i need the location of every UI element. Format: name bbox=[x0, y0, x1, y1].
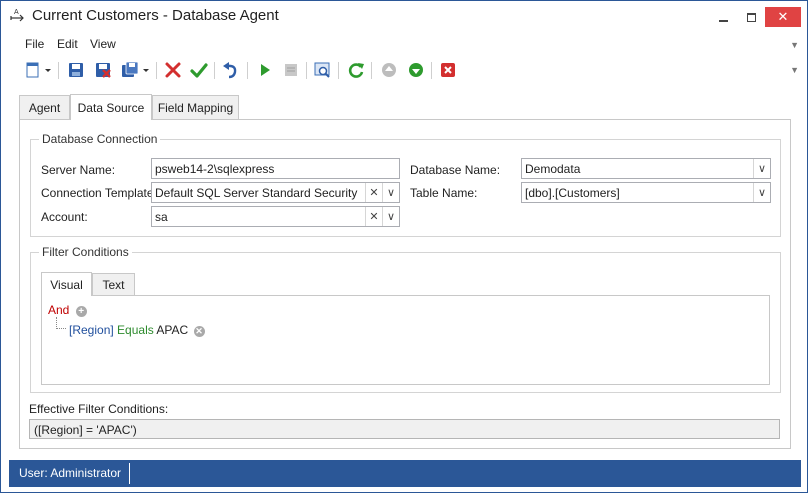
remove-condition-icon[interactable]: ✕ bbox=[193, 326, 205, 337]
filter-conditions-group: Filter Conditions Visual Text And + [Reg… bbox=[30, 245, 781, 393]
toolbar-separator bbox=[371, 62, 372, 79]
tab-visual[interactable]: Visual bbox=[41, 272, 92, 296]
status-separator bbox=[129, 463, 130, 484]
run-icon[interactable] bbox=[256, 61, 274, 79]
condition-row: [Region] Equals APAC ✕ bbox=[69, 323, 205, 337]
condition-value[interactable]: APAC bbox=[156, 323, 188, 337]
group-title: Database Connection bbox=[39, 132, 161, 146]
effective-filter-value: ([Region] = 'APAC') bbox=[34, 423, 137, 437]
delete-icon[interactable] bbox=[164, 61, 182, 79]
dropdown-arrow-icon[interactable] bbox=[142, 61, 150, 79]
connection-template-value: Default SQL Server Standard Security bbox=[155, 186, 358, 200]
save-as-icon[interactable] bbox=[121, 61, 139, 79]
confirm-icon[interactable] bbox=[190, 61, 208, 79]
refresh-icon[interactable] bbox=[347, 61, 365, 79]
table-name-label: Table Name: bbox=[410, 186, 478, 200]
toolbar-separator bbox=[58, 62, 59, 79]
account-value: sa bbox=[155, 210, 168, 224]
toolbar-separator bbox=[338, 62, 339, 79]
app-icon: A bbox=[10, 9, 24, 22]
save-and-close-icon[interactable] bbox=[94, 61, 112, 79]
effective-filter-field: ([Region] = 'APAC') bbox=[29, 419, 780, 439]
move-up-icon[interactable] bbox=[380, 61, 398, 79]
account-label: Account: bbox=[41, 210, 88, 224]
window-title: Current Customers - Database Agent bbox=[32, 7, 279, 24]
minimize-icon bbox=[718, 20, 728, 22]
preview-icon[interactable] bbox=[314, 61, 332, 79]
move-down-icon[interactable] bbox=[407, 61, 425, 79]
save-icon[interactable] bbox=[67, 61, 85, 79]
menu-file[interactable]: File bbox=[25, 37, 44, 51]
app-window: A Current Customers - Database Agent ✕ F… bbox=[0, 0, 808, 493]
maximize-icon bbox=[746, 12, 756, 22]
filter-editor: And + [Region] Equals APAC ✕ bbox=[41, 295, 770, 385]
dropdown-arrow-icon[interactable] bbox=[44, 61, 52, 79]
toolbar: ▼ bbox=[15, 57, 801, 85]
group-operator-row: And + bbox=[48, 303, 87, 317]
connection-template-field[interactable]: Default SQL Server Standard Security ✕ ∨ bbox=[151, 182, 400, 203]
clear-icon[interactable]: ✕ bbox=[365, 183, 382, 202]
svg-text:A: A bbox=[14, 9, 19, 16]
status-bar: User: Administrator bbox=[9, 460, 801, 487]
toolbar-separator bbox=[156, 62, 157, 79]
toolbar-separator bbox=[306, 62, 307, 79]
condition-operator[interactable]: Equals bbox=[117, 323, 154, 337]
title-bar: A Current Customers - Database Agent ✕ bbox=[1, 1, 807, 32]
database-name-value: Demodata bbox=[525, 162, 581, 176]
toolbar-separator bbox=[431, 62, 432, 79]
menu-chevron-icon[interactable]: ▼ bbox=[790, 40, 799, 50]
menu-edit[interactable]: Edit bbox=[57, 37, 78, 51]
menu-view[interactable]: View bbox=[90, 37, 116, 51]
server-name-field[interactable]: psweb14-2\sqlexpress bbox=[151, 158, 400, 179]
status-user: User: Administrator bbox=[19, 466, 122, 480]
account-field[interactable]: sa ✕ ∨ bbox=[151, 206, 400, 227]
toolbar-chevron-icon[interactable]: ▼ bbox=[790, 65, 799, 75]
group-title: Filter Conditions bbox=[39, 245, 132, 259]
database-name-field[interactable]: Demodata ∨ bbox=[521, 158, 771, 179]
chevron-down-icon[interactable]: ∨ bbox=[753, 159, 770, 178]
tab-field-mapping[interactable]: Field Mapping bbox=[152, 95, 239, 120]
add-condition-icon[interactable]: + bbox=[75, 306, 87, 317]
undo-icon[interactable] bbox=[221, 61, 239, 79]
close-icon: ✕ bbox=[777, 9, 789, 24]
toolbar-separator bbox=[214, 62, 215, 79]
connection-template-label: Connection Template: bbox=[41, 186, 157, 200]
toolbar-separator bbox=[247, 62, 248, 79]
close-red-icon[interactable] bbox=[439, 61, 457, 79]
chevron-down-icon[interactable]: ∨ bbox=[753, 183, 770, 202]
database-connection-group: Database Connection Server Name: psweb14… bbox=[30, 132, 781, 237]
data-source-panel: Database Connection Server Name: psweb14… bbox=[19, 119, 791, 449]
server-name-label: Server Name: bbox=[41, 163, 116, 177]
table-name-field[interactable]: [dbo].[Customers] ∨ bbox=[521, 182, 771, 203]
chevron-down-icon[interactable]: ∨ bbox=[382, 183, 399, 202]
effective-filter-label: Effective Filter Conditions: bbox=[29, 402, 169, 416]
tab-data-source[interactable]: Data Source bbox=[70, 94, 152, 120]
tab-text[interactable]: Text bbox=[92, 273, 135, 296]
database-name-label: Database Name: bbox=[410, 163, 501, 177]
stop-icon[interactable] bbox=[282, 61, 300, 79]
close-button[interactable]: ✕ bbox=[765, 7, 801, 27]
group-operator[interactable]: And bbox=[48, 303, 69, 317]
server-name-value: psweb14-2\sqlexpress bbox=[155, 162, 275, 176]
tab-agent[interactable]: Agent bbox=[19, 95, 70, 120]
tree-connector bbox=[56, 317, 66, 329]
condition-field[interactable]: [Region] bbox=[69, 323, 114, 337]
new-icon[interactable] bbox=[24, 61, 42, 79]
minimize-button[interactable] bbox=[710, 7, 736, 27]
chevron-down-icon[interactable]: ∨ bbox=[382, 207, 399, 226]
clear-icon[interactable]: ✕ bbox=[365, 207, 382, 226]
maximize-button[interactable] bbox=[738, 7, 764, 27]
menu-bar: File Edit View ▼ bbox=[15, 34, 801, 54]
table-name-value: [dbo].[Customers] bbox=[525, 186, 620, 200]
